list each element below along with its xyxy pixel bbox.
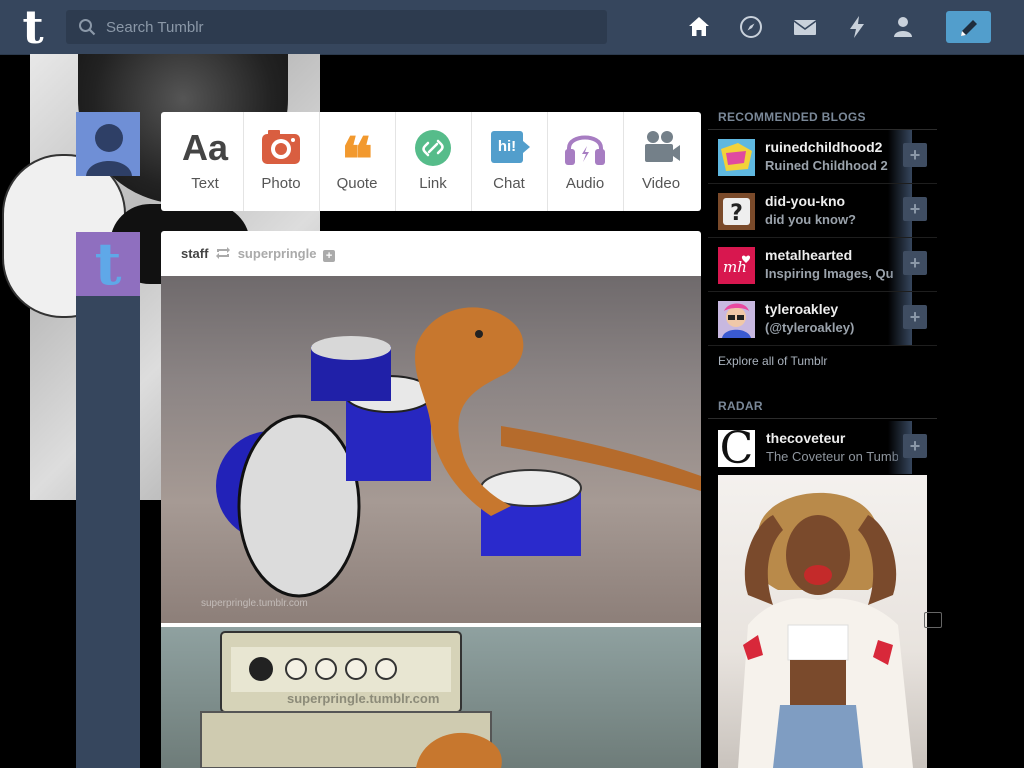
keyboard-shortcuts-icon[interactable] (924, 612, 942, 628)
post-type-label: Text (191, 175, 219, 192)
person-silhouette-icon (76, 112, 140, 176)
follow-button[interactable]: + (903, 251, 927, 275)
post-type-video[interactable]: Video (623, 112, 699, 211)
blog-avatar: ? (718, 193, 755, 230)
reblog-icon (216, 247, 231, 259)
video-camera-icon (645, 131, 680, 162)
dashboard-post: staff superpringle + superpringle.tumblr… (161, 231, 701, 768)
radar-title: RADAR (718, 399, 763, 413)
blog-avatar: C (718, 430, 755, 467)
post-type-link[interactable]: Link (395, 112, 472, 211)
post-type-label: Link (419, 175, 447, 192)
post-type-label: Video (641, 175, 681, 192)
blog-title: (@tyleroakley) (765, 320, 855, 335)
recommended-blog-item[interactable]: mh metalhearted Inspiring Images, Qu + (708, 238, 937, 292)
follow-button[interactable]: + (903, 305, 927, 329)
blog-name: metalhearted (765, 247, 853, 263)
text-aa-icon: Aa (181, 127, 229, 168)
blog-name: tyleroakley (765, 301, 839, 317)
user-avatar[interactable] (76, 112, 140, 176)
blog-avatar: mh (718, 247, 755, 284)
svg-text:?: ? (730, 201, 743, 226)
quote-icon: ❝ (340, 125, 374, 195)
post-avatar-rail (76, 232, 140, 768)
account-person-icon[interactable] (891, 15, 915, 39)
blog-title: The Coveteur on Tumb (766, 449, 898, 464)
image-watermark: superpringle.tumblr.com (201, 598, 308, 609)
follow-button[interactable]: + (903, 197, 927, 221)
compose-post-button[interactable] (946, 11, 991, 43)
activity-lightning-icon[interactable] (845, 15, 869, 39)
inbox-mail-icon[interactable] (793, 15, 817, 39)
pencil-icon (961, 20, 977, 36)
blog-name: ruinedchildhood2 (765, 139, 883, 155)
recommended-blog-item[interactable]: ? did-you-kno did you know? + (708, 184, 937, 238)
blog-name: did-you-kno (765, 193, 846, 209)
blog-title: Inspiring Images, Qu (765, 266, 894, 281)
recommended-blogs-title: RECOMMENDED BLOGS (718, 110, 866, 124)
tumblr-logo[interactable]: t (16, 4, 50, 50)
camera-icon (262, 130, 300, 164)
post-type-audio[interactable]: Audio (547, 112, 624, 211)
reblogged-from-link[interactable]: superpringle (238, 246, 317, 261)
explore-all-link[interactable]: Explore all of Tumblr (718, 354, 827, 368)
follow-plus-icon[interactable]: + (323, 250, 336, 262)
search-icon (79, 19, 96, 36)
post-type-quote[interactable]: ❝ Quote (319, 112, 396, 211)
radar-featured-photo[interactable] (718, 475, 927, 768)
search-box[interactable] (66, 10, 607, 44)
post-type-selector: Aa Text Photo ❝ Quote Link hi! Chat Audi… (161, 112, 701, 211)
blog-title: did you know? (765, 212, 856, 227)
post-photo-lizard-amp[interactable]: superpringle.tumblr.com (161, 627, 701, 768)
radar-blog-item[interactable]: C thecoveteur The Coveteur on Tumb + (708, 421, 937, 474)
home-icon[interactable] (687, 15, 711, 39)
post-type-label: Photo (261, 175, 301, 192)
recommended-blog-item[interactable]: ruinedchildhood2 Ruined Childhood 2 + (708, 130, 937, 184)
post-author-link[interactable]: staff (181, 246, 208, 261)
explore-compass-icon[interactable] (739, 15, 763, 39)
post-type-text[interactable]: Aa Text (167, 112, 244, 211)
post-type-label: Chat (493, 175, 525, 192)
image-watermark: superpringle.tumblr.com (287, 691, 440, 706)
follow-button[interactable]: + (903, 434, 927, 458)
link-icon (415, 130, 451, 166)
staff-avatar[interactable]: t (76, 232, 140, 296)
post-type-label: Quote (336, 175, 378, 192)
search-input[interactable] (106, 10, 596, 44)
recommended-blog-item[interactable]: tyleroakley (@tyleroakley) + (708, 292, 937, 346)
follow-button[interactable]: + (903, 143, 927, 167)
blog-title: Ruined Childhood 2 (765, 158, 888, 173)
blog-name: thecoveteur (766, 430, 846, 446)
chat-bubble-icon: hi! (491, 131, 523, 163)
post-photo-lizard-drums[interactable]: superpringle.tumblr.com (161, 276, 701, 623)
top-navigation-bar: t (0, 0, 1024, 55)
blog-avatar (718, 139, 755, 176)
post-type-chat[interactable]: hi! Chat (471, 112, 548, 211)
post-header: staff superpringle + (181, 246, 336, 262)
blog-avatar (718, 301, 755, 338)
post-type-label: Audio (565, 175, 605, 192)
headphones-icon (565, 135, 605, 165)
svg-text:mh: mh (723, 258, 747, 276)
post-type-photo[interactable]: Photo (243, 112, 320, 211)
